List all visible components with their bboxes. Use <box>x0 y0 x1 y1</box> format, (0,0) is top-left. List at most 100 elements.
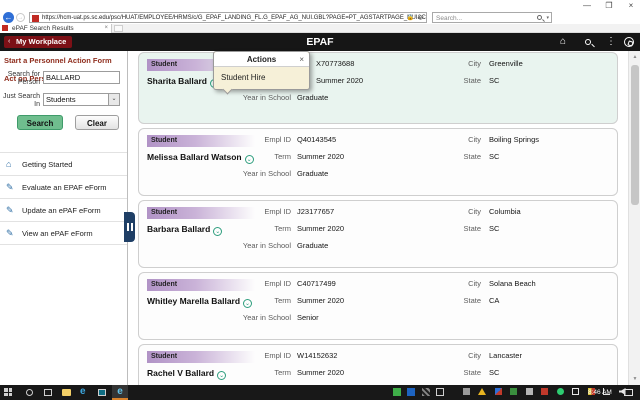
app-icon-green[interactable] <box>393 388 401 396</box>
year-in-school-value: Graduate <box>297 93 329 102</box>
sidebar-item-label: Evaluate an EPAF eForm <box>22 183 107 192</box>
tab-favicon <box>2 25 8 31</box>
new-tab-button[interactable] <box>114 25 123 32</box>
result-card[interactable]: Student Barbara Ballard ⌄ Empl ID J231776… <box>138 200 618 268</box>
battery-icon[interactable] <box>572 388 580 395</box>
tray-green-icon[interactable] <box>510 388 518 395</box>
app-header: EPAF ‹ My Workplace ⌂ ⋮ <box>0 33 640 51</box>
evaluate-form-icon: ✎ <box>6 182 14 192</box>
city-value: Lancaster <box>489 351 522 360</box>
scroll-up-icon[interactable]: ▲ <box>629 51 640 63</box>
select-dropdown-icon: ⌄ <box>108 94 119 105</box>
search-for-person-label: Search for Person <box>7 71 40 86</box>
empl-id-value: J23177657 <box>297 207 335 216</box>
search-for-person-input[interactable] <box>43 71 120 84</box>
forward-button[interactable]: → <box>16 13 25 22</box>
browser-search-box[interactable]: Search... ▾ <box>432 12 552 23</box>
back-button[interactable]: ← <box>3 12 14 23</box>
sidebar-collapse-handle[interactable] <box>124 212 135 242</box>
result-card[interactable]: Student Whitley Marella Ballard ⌄ Empl ID… <box>138 272 618 340</box>
address-bar[interactable]: https://hcm-uat.ps.sc.edu/psc/HUAT/EMPLO… <box>29 12 427 23</box>
term-label: Term <box>274 296 291 305</box>
result-card[interactable]: Student Melissa Ballard Watson ⌄ Empl ID … <box>138 128 618 196</box>
term-value: Summer 2020 <box>297 152 345 161</box>
internet-explorer-icon-active[interactable]: e <box>112 385 128 400</box>
minimize-button[interactable]: — <box>578 1 596 11</box>
view-form-icon: ✎ <box>6 228 14 238</box>
term-label: Term <box>274 368 291 377</box>
tray-red-icon[interactable] <box>541 388 549 395</box>
city-label: City <box>468 351 481 360</box>
action-center-icon[interactable] <box>624 389 633 396</box>
sidebar-item-label: View an ePAF eForm <box>22 229 93 238</box>
sidebar-item-evaluate-epaf[interactable]: ✎ Evaluate an EPAF eForm <box>0 176 127 199</box>
update-form-icon: ✎ <box>6 205 14 215</box>
scrollbar-thumb[interactable] <box>631 65 639 205</box>
task-view-icon[interactable] <box>44 389 52 396</box>
app-icon-pause[interactable] <box>407 388 416 396</box>
file-explorer-icon[interactable] <box>62 389 71 396</box>
browser-tab-strip: ePAF Search Results × <box>0 24 640 33</box>
empl-id-value: W14152632 <box>297 351 338 360</box>
search-dropdown-icon[interactable]: ▾ <box>546 14 549 23</box>
state-label: State <box>463 76 481 85</box>
clear-button[interactable]: Clear <box>75 115 119 130</box>
cortana-icon[interactable] <box>26 389 33 396</box>
site-favicon <box>32 15 39 22</box>
term-value: Summer 2020 <box>297 368 345 377</box>
just-search-in-label: Just Search In <box>3 93 40 108</box>
year-in-school-value: Graduate <box>297 169 329 178</box>
tray-warning-icon[interactable] <box>478 388 487 395</box>
sidebar: Start a Personnel Action Form Search for… <box>0 51 128 385</box>
my-workplace-back-button[interactable]: ‹ My Workplace <box>4 36 73 48</box>
ps-home-icon[interactable]: ⌂ <box>560 36 566 48</box>
empl-id-value: Q40143545 <box>297 135 337 144</box>
maximize-button[interactable]: ❐ <box>600 1 618 11</box>
sidebar-section-start-title: Start a Personnel Action Form <box>4 56 112 65</box>
sidebar-item-view-epaf[interactable]: ✎ View an ePAF eForm <box>0 222 127 245</box>
app-icon-square[interactable] <box>436 388 445 396</box>
tray-key-icon[interactable] <box>463 388 470 395</box>
tray-status-icon[interactable] <box>556 388 564 395</box>
ps-actions-menu-icon[interactable]: ⋮ <box>606 36 616 48</box>
tab-close-icon[interactable]: × <box>104 24 108 33</box>
year-in-school-label: Year in School <box>242 93 291 102</box>
start-button[interactable] <box>4 388 12 396</box>
city-value: Solana Beach <box>489 279 536 288</box>
refresh-icon[interactable]: ⟳ <box>418 14 424 22</box>
state-label: State <box>463 224 481 233</box>
vertical-scrollbar[interactable]: ▲ ▼ <box>628 51 640 385</box>
year-in-school-label: Year in School <box>242 313 291 322</box>
pinned-app-icons[interactable] <box>392 387 446 398</box>
city-value: Boiling Springs <box>489 135 540 144</box>
app-icon-grid[interactable] <box>421 388 430 396</box>
empl-id-label: Empl ID <box>264 135 291 144</box>
empl-id-label: Empl ID <box>264 279 291 288</box>
actions-popup-title: Actions <box>246 55 277 64</box>
city-label: City <box>468 135 481 144</box>
popup-close-icon[interactable]: × <box>299 52 304 67</box>
sidebar-item-update-epaf[interactable]: ✎ Update an ePAF eForm <box>0 199 127 222</box>
scroll-down-icon[interactable]: ▼ <box>629 373 640 385</box>
tab-epaf-search-results[interactable]: ePAF Search Results × <box>0 24 112 33</box>
ps-navbar-icon[interactable] <box>624 37 634 47</box>
state-value: SC <box>489 224 500 233</box>
result-card[interactable]: Student Sharita Ballard⌄ Empl ID X707736… <box>138 52 618 124</box>
ps-search-icon[interactable] <box>585 39 591 45</box>
edge-browser-icon[interactable]: e <box>80 386 86 397</box>
empl-id-value: C40717499 <box>297 279 336 288</box>
search-icon[interactable] <box>537 15 542 20</box>
search-button[interactable]: Search <box>17 115 63 130</box>
just-search-in-select[interactable]: Students ⌄ <box>43 93 120 106</box>
tray-monitor-icon[interactable] <box>525 388 533 395</box>
tray-shield-icon[interactable] <box>494 388 502 395</box>
state-value: CA <box>489 296 500 305</box>
store-icon[interactable] <box>98 389 106 396</box>
city-value: Columbia <box>489 207 521 216</box>
close-button[interactable]: × <box>622 1 640 11</box>
search-results-panel: Student Sharita Ballard⌄ Empl ID X707736… <box>129 51 628 400</box>
term-value: Summer 2020 <box>297 296 345 305</box>
city-label: City <box>468 279 481 288</box>
clock[interactable]: 8:46 AM <box>588 389 612 396</box>
sidebar-item-getting-started[interactable]: ⌂ Getting Started <box>0 153 127 176</box>
